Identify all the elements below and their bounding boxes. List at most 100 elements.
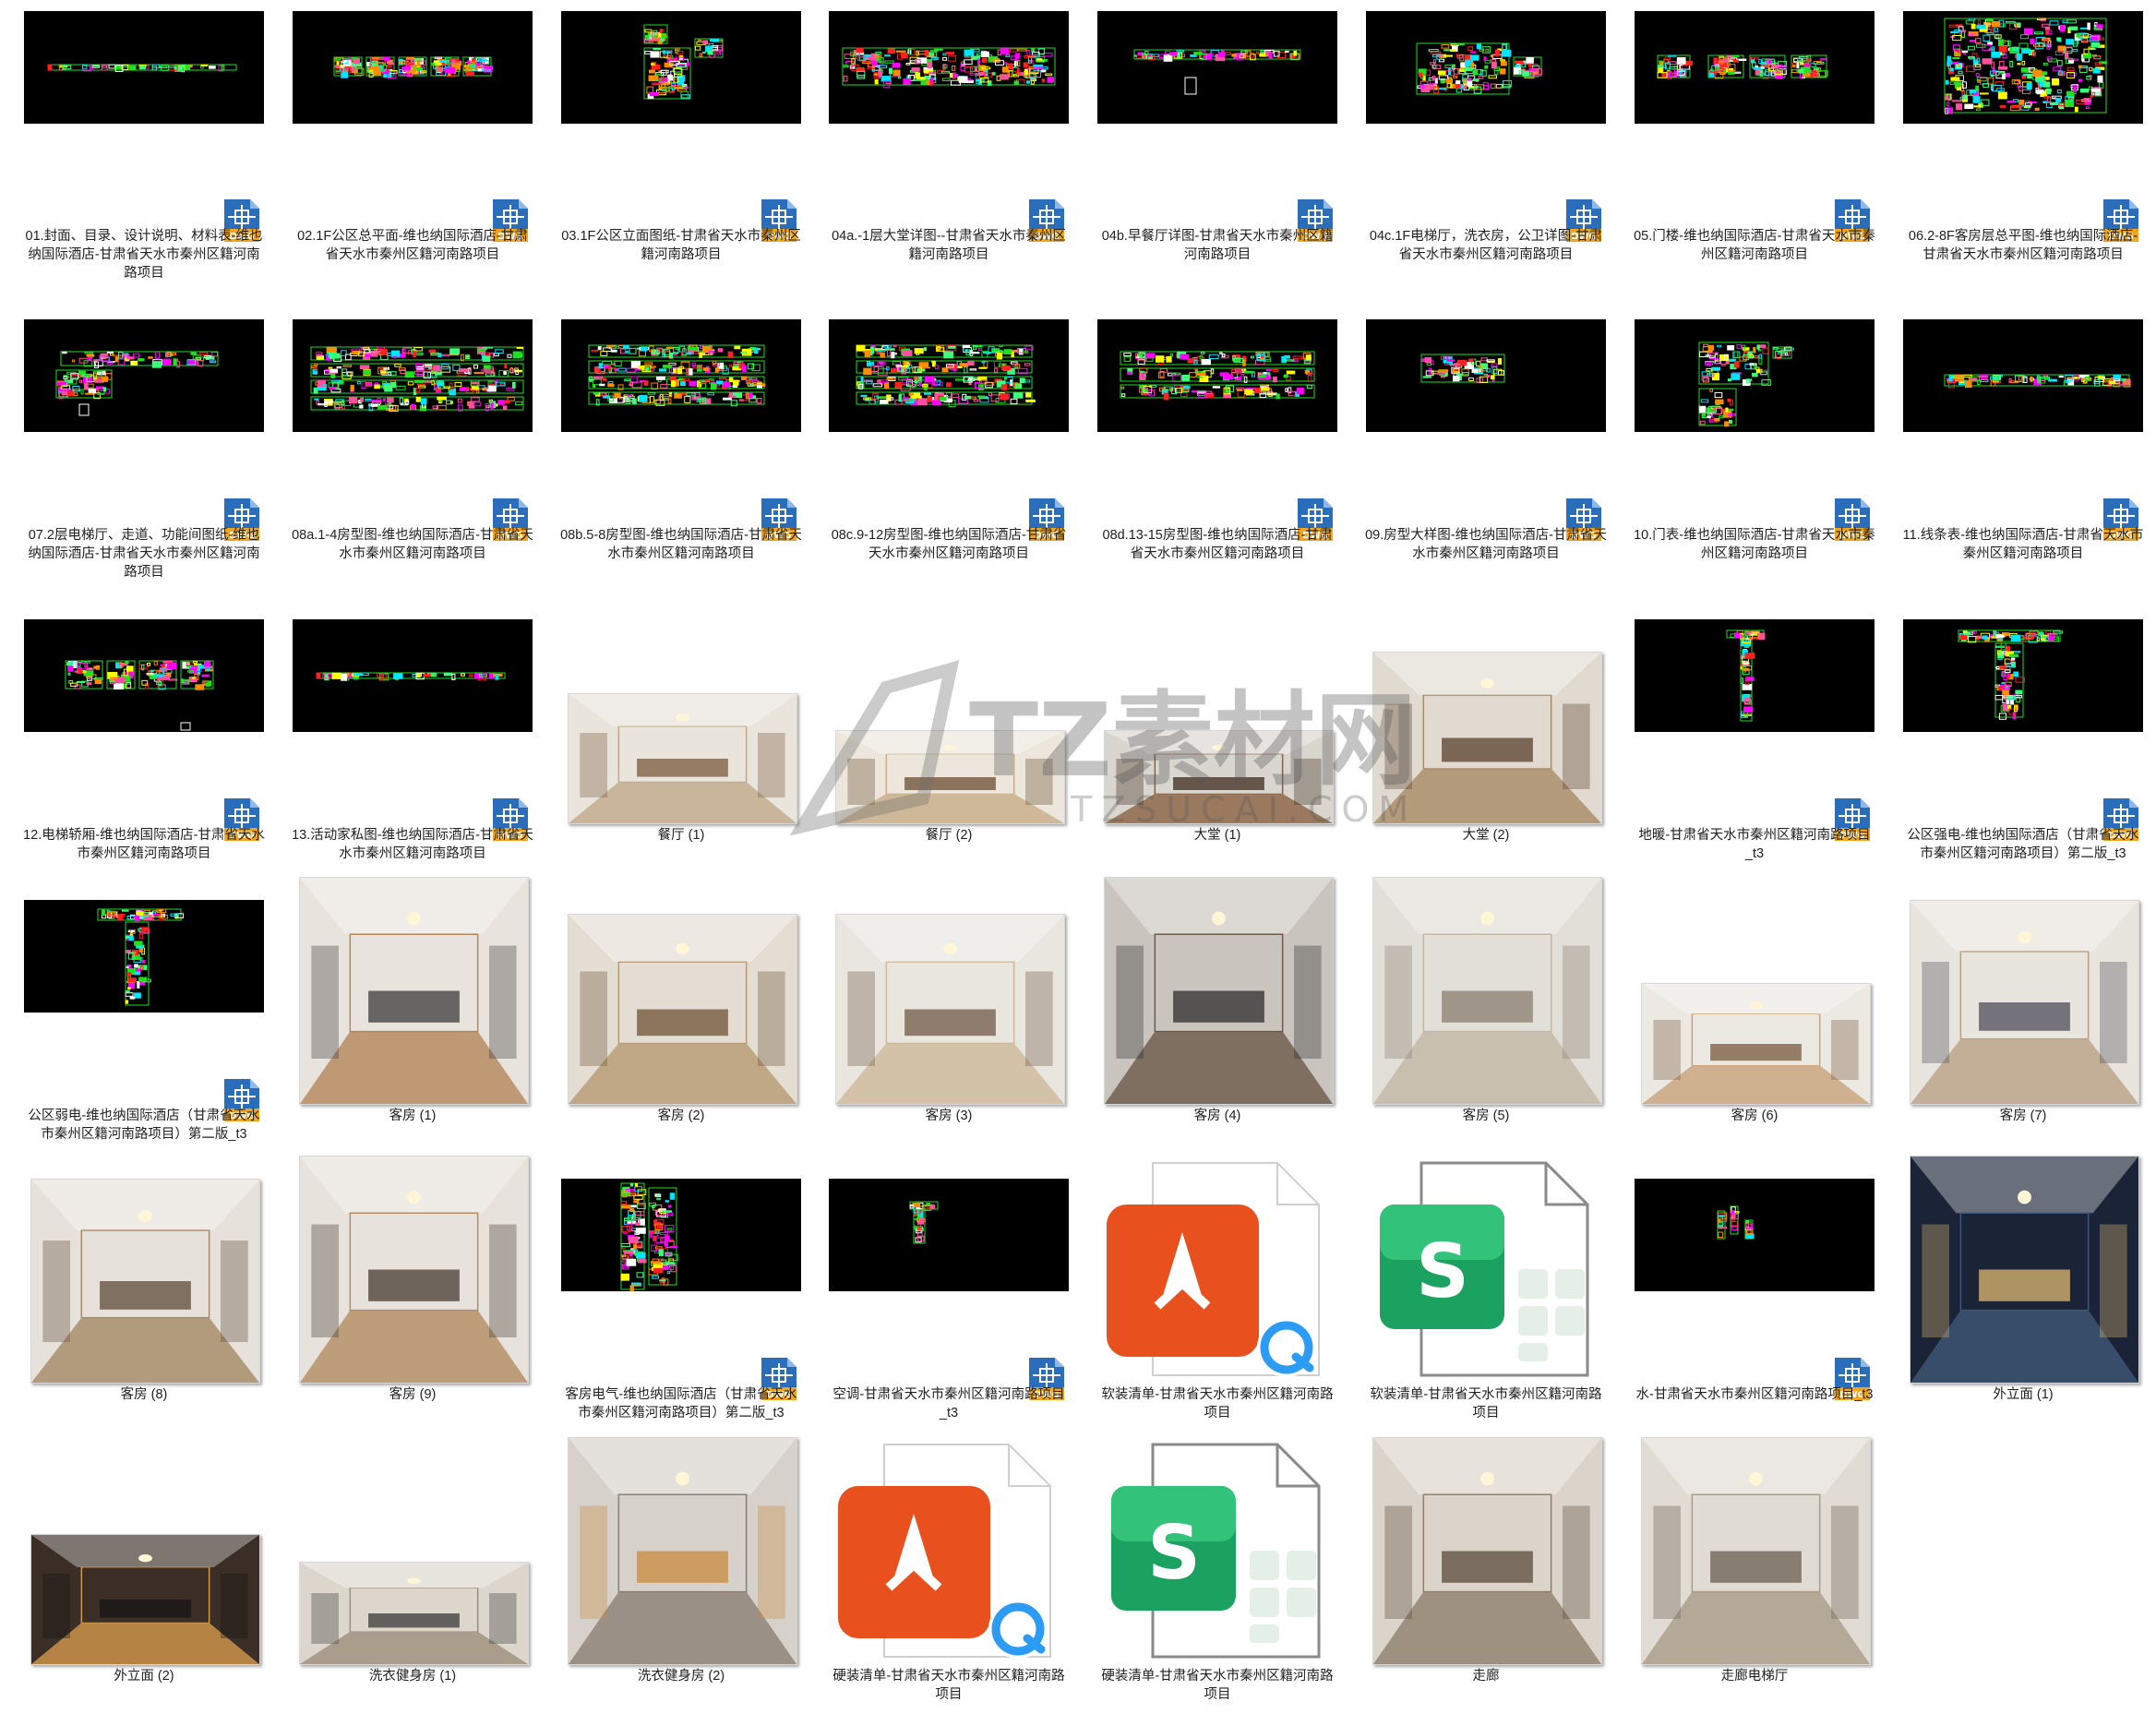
svg-text:S: S: [1416, 1229, 1469, 1314]
photo-thumbnail-gym: [298, 1562, 529, 1665]
file-thumbnail: [288, 1449, 537, 1667]
photo-thumbnail-room-loft2: [298, 1156, 529, 1384]
file-item[interactable]: DWG 01.封面、目录、设计说明、材料表-维也纳国际酒店-甘肃省天水市秦州区籍…: [19, 9, 269, 286]
file-item[interactable]: S 软装清单-甘肃省天水市秦州区籍河南路项目: [1361, 1161, 1611, 1444]
file-item[interactable]: DWG 13.活动家私图-维也纳国际酒店-甘肃省天水市秦州区籍河南路项目: [288, 608, 537, 885]
file-item[interactable]: DWG 公区强电-维也纳国际酒店（甘肃省天水市秦州区籍河南路项目）第二版_t3: [1898, 608, 2148, 885]
file-name: 客房 (1): [389, 1109, 437, 1123]
cad-drawing-preview: [561, 11, 801, 124]
file-item[interactable]: DWG 08d.13-15房型图-维也纳国际酒店-甘肃省天水市秦州区籍河南路项目: [1093, 308, 1342, 585]
cad-drawing-preview: [561, 1179, 801, 1293]
cad-drawing-preview: [24, 619, 264, 732]
cad-plan-drawing: [1133, 49, 1301, 95]
file-name: 客房 (3): [925, 1109, 973, 1123]
file-item[interactable]: 客房 (7): [1898, 889, 2148, 1166]
file-item[interactable]: 客房 (4): [1093, 877, 1342, 1166]
pdf-file-icon: [833, 1435, 1064, 1671]
file-item[interactable]: 外立面 (2): [19, 1449, 269, 1726]
file-item[interactable]: DWG 水-甘肃省天水市秦州区籍河南路项目_t3: [1630, 1168, 1879, 1444]
file-name: 13.活动家私图-维也纳国际酒店-甘肃省天水市秦州区籍河南路项目: [292, 828, 533, 861]
file-name: 05.门楼-维也纳国际酒店-甘肃省天水市秦州区籍河南路项目: [1634, 229, 1875, 262]
file-name: 11.线条表-维也纳国际酒店-甘肃省天水市秦州区籍河南路项目: [1902, 528, 2144, 561]
file-thumbnail: [1361, 1437, 1611, 1667]
file-thumbnail: DWG: [288, 9, 537, 242]
cad-drawing-preview: [24, 900, 264, 1013]
file-name: 07.2层电梯厅、走道、功能间图纸-维也纳国际酒店-甘肃省天水市秦州区籍河南路项…: [28, 528, 260, 580]
file-thumbnail: DWG: [824, 9, 1073, 242]
photo-thumbnail-hall: [1103, 877, 1334, 1105]
cad-drawing-preview: [829, 1179, 1069, 1291]
file-item[interactable]: 客房 (9): [288, 1156, 537, 1444]
file-item[interactable]: DWG 空调-甘肃省天水市秦州区籍河南路项目_t3: [824, 1168, 1073, 1444]
file-thumbnail: DWG: [557, 308, 806, 541]
file-item[interactable]: 软装清单-甘肃省天水市秦州区籍河南路项目: [1093, 1162, 1342, 1444]
cad-plan-drawing: [1416, 42, 1542, 95]
file-item[interactable]: DWG 09.房型大样图-维也纳国际酒店-甘肃省天水市秦州区籍河南路项目: [1361, 308, 1611, 585]
file-item[interactable]: DWG 05.门楼-维也纳国际酒店-甘肃省天水市秦州区籍河南路项目: [1630, 9, 1879, 286]
file-item[interactable]: DWG 地暖-甘肃省天水市秦州区籍河南路项目_t3: [1630, 608, 1879, 885]
file-name: 客房电气-维也纳国际酒店（甘肃省天水市秦州区籍河南路项目）第二版_t3: [565, 1387, 797, 1420]
file-item[interactable]: DWG 08a.1-4房型图-维也纳国际酒店-甘肃省天水市秦州区籍河南路项目: [288, 308, 537, 585]
photo-thumbnail-lobby1: [1103, 730, 1334, 824]
file-thumbnail: [557, 889, 806, 1107]
file-item[interactable]: 大堂 (2): [1361, 608, 1611, 885]
file-item[interactable]: 大堂 (1): [1093, 608, 1342, 885]
file-grid: DWG 01.封面、目录、设计说明、材料表-维也纳国际酒店-甘肃省天水市秦州区籍…: [0, 0, 2156, 1726]
file-item[interactable]: DWG 客房电气-维也纳国际酒店（甘肃省天水市秦州区籍河南路项目）第二版_t3: [557, 1168, 806, 1444]
file-item[interactable]: 外立面 (1): [1898, 1156, 2148, 1444]
photo-thumbnail-room-b: [1640, 983, 1871, 1105]
file-thumbnail: S: [1361, 1161, 1611, 1385]
file-item[interactable]: 洗衣健身房 (2): [557, 1437, 806, 1726]
file-item[interactable]: 客房 (5): [1361, 877, 1611, 1166]
file-item[interactable]: DWG 12.电梯轿厢-维也纳国际酒店-甘肃省天水市秦州区籍河南路项目: [19, 608, 269, 885]
file-item[interactable]: DWG 03.1F公区立面图纸-甘肃省天水市秦州区籍河南路项目: [557, 9, 806, 286]
file-thumbnail: DWG: [557, 9, 806, 242]
photo-thumbnail-tower: [1909, 1156, 2139, 1384]
file-name: 客房 (2): [657, 1109, 705, 1123]
file-name: 03.1F公区立面图纸-甘肃省天水市秦州区籍河南路项目: [561, 229, 801, 262]
file-item[interactable]: DWG 10.门表-维也纳国际酒店-甘肃省天水市秦州区籍河南路项目: [1630, 308, 1879, 585]
file-item[interactable]: 客房 (6): [1630, 889, 1879, 1166]
file-item[interactable]: 客房 (8): [19, 1168, 269, 1444]
file-item[interactable]: DWG 07.2层电梯厅、走道、功能间图纸-维也纳国际酒店-甘肃省天水市秦州区籍…: [19, 308, 269, 585]
file-thumbnail: [1630, 889, 1879, 1107]
file-item[interactable]: 洗衣健身房 (1): [288, 1449, 537, 1726]
photo-thumbnail-room-a: [834, 914, 1065, 1105]
file-item[interactable]: S 硬装清单-甘肃省天水市秦州区籍河南路项目: [1093, 1443, 1342, 1726]
file-item[interactable]: DWG 04c.1F电梯厅，洗衣房，公卫详图-甘肃省天水市秦州区籍河南路项目: [1361, 9, 1611, 286]
file-item[interactable]: DWG 06.2-8F客房层总平图-维也纳国际酒店-甘肃省天水市秦州区籍河南路项…: [1898, 9, 2148, 286]
cad-drawing-preview: [24, 11, 264, 124]
file-name: 走廊电梯厅: [1720, 1669, 1789, 1684]
file-item[interactable]: 客房 (1): [288, 877, 537, 1166]
file-item[interactable]: 客房 (3): [824, 889, 1073, 1166]
cad-drawing-preview: [1635, 11, 1875, 124]
file-name: 客房 (5): [1462, 1109, 1510, 1123]
file-name: 06.2-8F客房层总平图-维也纳国际酒店-甘肃省天水市秦州区籍河南路项目: [1908, 229, 2138, 262]
file-item[interactable]: DWG 04b.早餐厅详图-甘肃省天水市秦州区籍河南路项目: [1093, 9, 1342, 286]
file-name: 客房 (9): [389, 1387, 437, 1402]
file-item[interactable]: 走廊电梯厅: [1630, 1437, 1879, 1726]
file-item[interactable]: 走廊: [1361, 1437, 1611, 1726]
cad-drawing-preview: [1903, 11, 2143, 124]
file-item[interactable]: DWG 04a.-1层大堂详图--甘肃省天水市秦州区籍河南路项目: [824, 9, 1073, 286]
file-item[interactable]: 硬装清单-甘肃省天水市秦州区籍河南路项目: [824, 1444, 1073, 1726]
cad-drawing-preview: [293, 11, 533, 124]
file-item[interactable]: 客房 (2): [557, 889, 806, 1166]
file-thumbnail: DWG: [1898, 308, 2148, 541]
file-item[interactable]: DWG 11.线条表-维也纳国际酒店-甘肃省天水市秦州区籍河南路项目: [1898, 308, 2148, 585]
file-name: 空调-甘肃省天水市秦州区籍河南路项目_t3: [832, 1387, 1065, 1420]
file-item[interactable]: 餐厅 (1): [557, 608, 806, 885]
cad-plan-drawing: [316, 672, 506, 681]
file-item[interactable]: DWG 08b.5-8房型图-维也纳国际酒店-甘肃省天水市秦州区籍河南路项目: [557, 308, 806, 585]
file-item[interactable]: DWG 08c.9-12房型图-维也纳国际酒店-甘肃省天水市秦州区籍河南路项目: [824, 308, 1073, 585]
file-name: 04c.1F电梯厅，洗衣房，公卫详图-甘肃省天水市秦州区籍河南路项目: [1369, 229, 1603, 262]
file-name: 软装清单-甘肃省天水市秦州区籍河南路项目: [1370, 1387, 1602, 1420]
file-item[interactable]: 餐厅 (2): [824, 608, 1073, 885]
file-item[interactable]: DWG 02.1F公区总平面-维也纳国际酒店-甘肃省天水市秦州区籍河南路项目: [288, 9, 537, 286]
cad-drawing-preview: [1635, 619, 1875, 732]
file-thumbnail: DWG: [1361, 9, 1611, 242]
file-name: 软装清单-甘肃省天水市秦州区籍河南路项目: [1101, 1387, 1334, 1420]
cad-plan-drawing: [909, 1201, 939, 1244]
file-thumbnail: [1630, 1437, 1879, 1667]
file-item[interactable]: DWG 公区弱电-维也纳国际酒店（甘肃省天水市秦州区籍河南路项目）第二版_t3: [19, 889, 269, 1166]
